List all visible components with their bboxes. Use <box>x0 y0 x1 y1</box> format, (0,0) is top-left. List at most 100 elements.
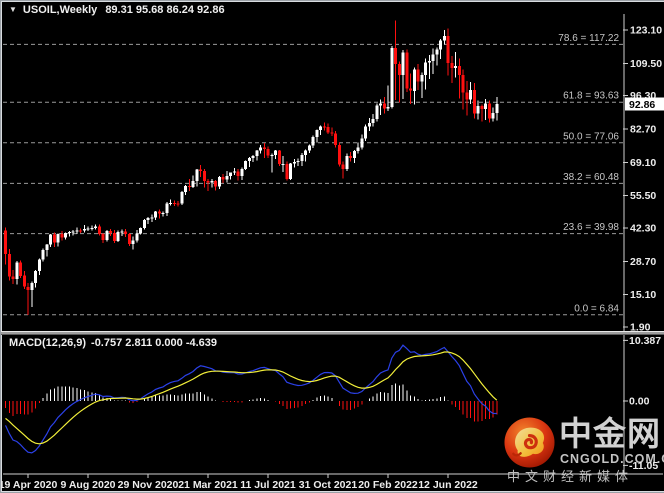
candle-body <box>26 286 30 291</box>
candle-body <box>71 231 75 233</box>
candle-body <box>244 161 247 170</box>
candle-body <box>454 66 457 68</box>
candle-body <box>420 75 424 82</box>
svg-text:38.2 = 60.48: 38.2 = 60.48 <box>563 172 619 183</box>
candle-body <box>281 164 285 165</box>
svg-text:0.00: 0.00 <box>629 396 650 408</box>
candle-body <box>259 147 262 151</box>
candle-body <box>109 230 112 234</box>
candle-body <box>446 35 450 64</box>
candle-body <box>161 212 165 214</box>
svg-text:23.6 = 39.98: 23.6 = 39.98 <box>563 222 619 233</box>
candle-body <box>7 253 11 277</box>
candle-body <box>86 228 90 230</box>
candle-body <box>319 126 322 130</box>
candle-body <box>255 150 259 157</box>
candle-body <box>247 157 251 162</box>
candle-body <box>217 177 221 187</box>
candle-body <box>491 112 495 119</box>
candle-body <box>34 271 37 284</box>
candle-body <box>157 211 161 214</box>
candle-body <box>41 250 45 260</box>
candle-body <box>229 172 232 176</box>
candle-body <box>364 126 367 139</box>
candle-body <box>251 156 255 158</box>
candle-body <box>390 48 394 108</box>
candle-body <box>360 138 364 148</box>
price-chart-canvas[interactable]: 78.6 = 117.22 61.8 = 93.63 50.0 = 77.06 38.… <box>1 1 664 492</box>
candle-body <box>262 147 266 149</box>
candle-body <box>187 185 191 187</box>
candle-body <box>337 145 341 165</box>
candle-body <box>49 234 52 245</box>
macd-indicator-label: MACD(12,26,9) -0.757 2.811 0.000 -4.639 <box>9 337 217 349</box>
candle-body <box>225 175 229 180</box>
candle-body <box>382 103 386 109</box>
macd-histogram <box>5 383 498 422</box>
candle-body <box>371 118 375 124</box>
candle-body <box>30 283 34 291</box>
candle-body <box>127 233 131 244</box>
svg-text:50.0 = 77.06: 50.0 = 77.06 <box>563 131 619 142</box>
svg-text:78.6 = 117.22: 78.6 = 117.22 <box>558 33 619 44</box>
chevron-down-icon[interactable]: ▼ <box>9 5 17 14</box>
macd-axis: 10.387 0.00 -11.05 <box>623 335 661 472</box>
candle-body <box>64 232 67 238</box>
candle-body <box>431 54 435 61</box>
candle-body <box>270 155 274 156</box>
candle-body <box>90 228 94 229</box>
candle-body <box>345 155 349 170</box>
candle-body <box>285 164 289 179</box>
candle-body <box>405 52 409 89</box>
candle-body <box>289 163 292 179</box>
svg-text:0.0 = 6.84: 0.0 = 6.84 <box>574 303 619 314</box>
candle-body <box>45 244 49 250</box>
candle-body <box>439 40 442 50</box>
candle-body <box>330 132 334 134</box>
candle-body <box>401 52 405 75</box>
candle-body <box>304 150 307 156</box>
candle-body <box>199 169 202 171</box>
candle-body <box>495 104 499 113</box>
svg-text:82.70: 82.70 <box>630 124 656 136</box>
candle-body <box>37 259 41 272</box>
candle-body <box>266 148 270 156</box>
candle-body <box>469 90 472 100</box>
candle-body <box>206 181 210 183</box>
macd-name: MACD(12,26,9) <box>9 337 87 349</box>
svg-text:-11.05: -11.05 <box>629 460 658 472</box>
candle-body <box>349 155 352 158</box>
candle-body <box>184 185 187 193</box>
candle-body <box>165 203 169 213</box>
svg-text:61.8 = 93.63: 61.8 = 93.63 <box>563 91 619 102</box>
macd-line <box>4 344 497 454</box>
candle-body <box>94 226 97 228</box>
candle-body <box>75 230 79 232</box>
candle-body <box>112 233 116 241</box>
candle-body <box>11 276 15 279</box>
candle-body <box>221 177 225 180</box>
svg-text:19 Apr 2020: 19 Apr 2020 <box>1 479 57 491</box>
panel-splitter[interactable] <box>1 331 664 335</box>
candle-body <box>240 169 244 176</box>
candle-body <box>232 171 236 173</box>
candle-body <box>82 228 86 231</box>
chart-window: 78.6 = 117.22 61.8 = 93.63 50.0 = 77.06 38.… <box>0 0 664 493</box>
candle-body <box>300 155 304 161</box>
candle-body <box>386 107 390 109</box>
candles <box>4 20 499 315</box>
svg-text:42.30: 42.30 <box>630 223 656 235</box>
candle-body <box>435 49 439 55</box>
candle-body <box>487 103 491 119</box>
candle-body <box>322 126 326 128</box>
candle-body <box>457 66 461 75</box>
candle-body <box>311 137 315 146</box>
candle-body <box>367 123 371 127</box>
candle-body <box>169 203 172 205</box>
macd-signal-line <box>5 351 498 445</box>
candle-body <box>397 63 401 76</box>
candle-body <box>135 233 139 241</box>
candle-body <box>394 48 397 64</box>
candle-body <box>139 228 142 234</box>
candle-body <box>277 150 281 165</box>
